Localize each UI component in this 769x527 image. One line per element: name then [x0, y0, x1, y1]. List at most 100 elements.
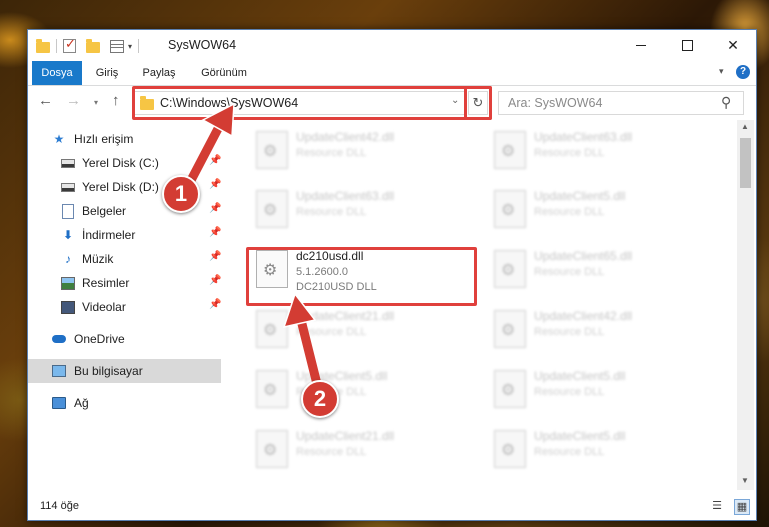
- sidebar-item-label: Müzik: [82, 252, 114, 266]
- videos-icon: [61, 300, 75, 314]
- pin-icon[interactable]: 📌: [209, 227, 221, 238]
- dll-file-icon: [256, 131, 288, 169]
- sidebar-item-quick-access[interactable]: ★ Hızlı erişim: [28, 127, 221, 151]
- file-description: Resource DLL: [296, 326, 367, 338]
- search-icon[interactable]: ⚲: [721, 94, 731, 111]
- dll-file-icon: [494, 430, 526, 468]
- tab-share[interactable]: Paylaş: [138, 61, 180, 85]
- file-item[interactable]: UpdateClient5.dll Resource DLL: [484, 186, 714, 236]
- file-description: Resource DLL: [296, 206, 367, 218]
- customize-toolbar-chevron-icon[interactable]: ▾: [128, 42, 132, 51]
- file-name: UpdateClient63.dll: [296, 189, 395, 203]
- file-list: UpdateClient42.dll Resource DLL UpdateCl…: [234, 124, 734, 494]
- large-icons-view-icon[interactable]: ▦: [734, 499, 750, 515]
- toolbar-divider: [138, 39, 140, 53]
- file-item[interactable]: UpdateClient5.dll Resource DLL: [246, 366, 476, 416]
- step-2-badge: 2: [301, 380, 339, 418]
- file-item[interactable]: UpdateClient5.dll Resource DLL: [484, 426, 714, 476]
- sidebar-item-label: OneDrive: [74, 332, 125, 346]
- maximize-button[interactable]: [664, 30, 710, 61]
- close-button[interactable]: ✕: [710, 30, 756, 61]
- properties-check-icon[interactable]: [63, 36, 76, 53]
- file-item[interactable]: UpdateClient5.dll Resource DLL: [484, 366, 714, 416]
- onedrive-icon: [52, 332, 66, 346]
- file-description: Resource DLL: [296, 446, 367, 458]
- toolbar-divider: [56, 39, 57, 53]
- sidebar-item-label: Yerel Disk (D:): [82, 180, 159, 194]
- file-item[interactable]: UpdateClient42.dll Resource DLL: [484, 306, 714, 356]
- status-bar: 114 öğe ☰ ▦: [28, 494, 756, 520]
- dll-file-icon: [256, 310, 288, 348]
- dll-file-icon: [494, 190, 526, 228]
- file-name: UpdateClient42.dll: [296, 130, 395, 144]
- search-input[interactable]: Ara: SysWOW64: [508, 96, 602, 110]
- file-highlight-box: [246, 247, 477, 306]
- pin-icon[interactable]: 📌: [209, 251, 221, 262]
- file-item[interactable]: UpdateClient63.dll Resource DLL: [246, 186, 476, 236]
- file-item[interactable]: UpdateClient21.dll Resource DLL: [246, 306, 476, 356]
- sidebar-item-network[interactable]: Ağ: [28, 391, 221, 415]
- sidebar-item-label: Resimler: [82, 276, 130, 290]
- pin-icon[interactable]: 📌: [209, 299, 221, 310]
- downloads-icon: ⬇: [62, 228, 74, 242]
- file-description: Resource DLL: [534, 206, 605, 218]
- properties-icon[interactable]: [110, 39, 124, 53]
- scroll-down-icon[interactable]: ▼: [741, 476, 749, 485]
- sidebar-item-pictures[interactable]: Resimler 📌: [28, 271, 221, 295]
- close-icon: ✕: [727, 37, 739, 53]
- pin-icon[interactable]: 📌: [209, 275, 221, 286]
- tab-home[interactable]: Giriş: [88, 61, 126, 85]
- dll-file-icon: [256, 430, 288, 468]
- sidebar-item-label: Videolar: [82, 300, 126, 314]
- pin-icon[interactable]: 📌: [209, 179, 221, 190]
- file-name: UpdateClient42.dll: [534, 309, 633, 323]
- file-name: UpdateClient5.dll: [296, 369, 388, 383]
- file-name: UpdateClient21.dll: [296, 309, 395, 323]
- documents-icon: [61, 203, 75, 219]
- sidebar-item-this-pc[interactable]: Bu bilgisayar: [28, 359, 221, 383]
- search-box[interactable]: Ara: SysWOW64 ⚲: [498, 91, 744, 115]
- pin-icon[interactable]: 📌: [209, 203, 221, 214]
- tab-view[interactable]: Görünüm: [194, 61, 254, 85]
- recent-locations-chevron-icon[interactable]: ▾: [94, 98, 98, 107]
- help-icon[interactable]: ?: [736, 65, 750, 79]
- up-arrow-icon[interactable]: ↑: [112, 92, 120, 109]
- folder-icon: [36, 38, 50, 53]
- file-description: Resource DLL: [296, 147, 367, 159]
- scroll-up-icon[interactable]: ▲: [741, 122, 749, 131]
- pictures-icon: [61, 276, 75, 290]
- sidebar-item-label: Bu bilgisayar: [74, 364, 143, 378]
- sidebar-item-downloads[interactable]: ⬇ İndirmeler 📌: [28, 223, 221, 247]
- back-arrow-icon[interactable]: ←: [38, 92, 53, 109]
- file-description: Resource DLL: [534, 446, 605, 458]
- minimize-button[interactable]: [618, 30, 664, 61]
- refresh-highlight-box: [464, 86, 492, 120]
- file-item[interactable]: UpdateClient63.dll Resource DLL: [484, 127, 714, 177]
- new-folder-icon[interactable]: [86, 38, 100, 53]
- sidebar-item-videos[interactable]: Videolar 📌: [28, 295, 221, 319]
- file-name: UpdateClient5.dll: [534, 189, 626, 203]
- item-count: 114 öğe: [40, 500, 79, 512]
- vertical-scrollbar[interactable]: ▲ ▼: [737, 120, 754, 490]
- file-name: UpdateClient5.dll: [534, 369, 626, 383]
- quick-access-toolbar: ▾: [36, 36, 141, 56]
- sidebar-item-label: İndirmeler: [82, 228, 136, 242]
- explorer-window: ▾ SysWOW64 ✕ Dosya Giriş Paylaş Görünüm …: [27, 29, 757, 521]
- dll-file-icon: [494, 131, 526, 169]
- file-item[interactable]: UpdateClient65.dll Resource DLL: [484, 246, 714, 296]
- pin-icon[interactable]: 📌: [209, 155, 221, 166]
- dll-file-icon: [494, 250, 526, 288]
- file-description: Resource DLL: [534, 326, 605, 338]
- star-icon: ★: [53, 132, 65, 146]
- details-view-icon[interactable]: ☰: [710, 499, 724, 513]
- sidebar-item-music[interactable]: ♪ Müzik 📌: [28, 247, 221, 271]
- tab-file[interactable]: Dosya: [32, 61, 82, 85]
- file-item[interactable]: UpdateClient42.dll Resource DLL: [246, 127, 476, 177]
- sidebar-item-local-disk-c[interactable]: Yerel Disk (C:) 📌: [28, 151, 221, 175]
- forward-arrow-icon[interactable]: →: [66, 92, 81, 109]
- file-item[interactable]: UpdateClient21.dll Resource DLL: [246, 426, 476, 476]
- dll-file-icon: [256, 190, 288, 228]
- expand-ribbon-chevron-icon[interactable]: ▾: [719, 66, 724, 77]
- scrollbar-thumb[interactable]: [740, 138, 751, 188]
- sidebar-item-onedrive[interactable]: OneDrive: [28, 327, 221, 351]
